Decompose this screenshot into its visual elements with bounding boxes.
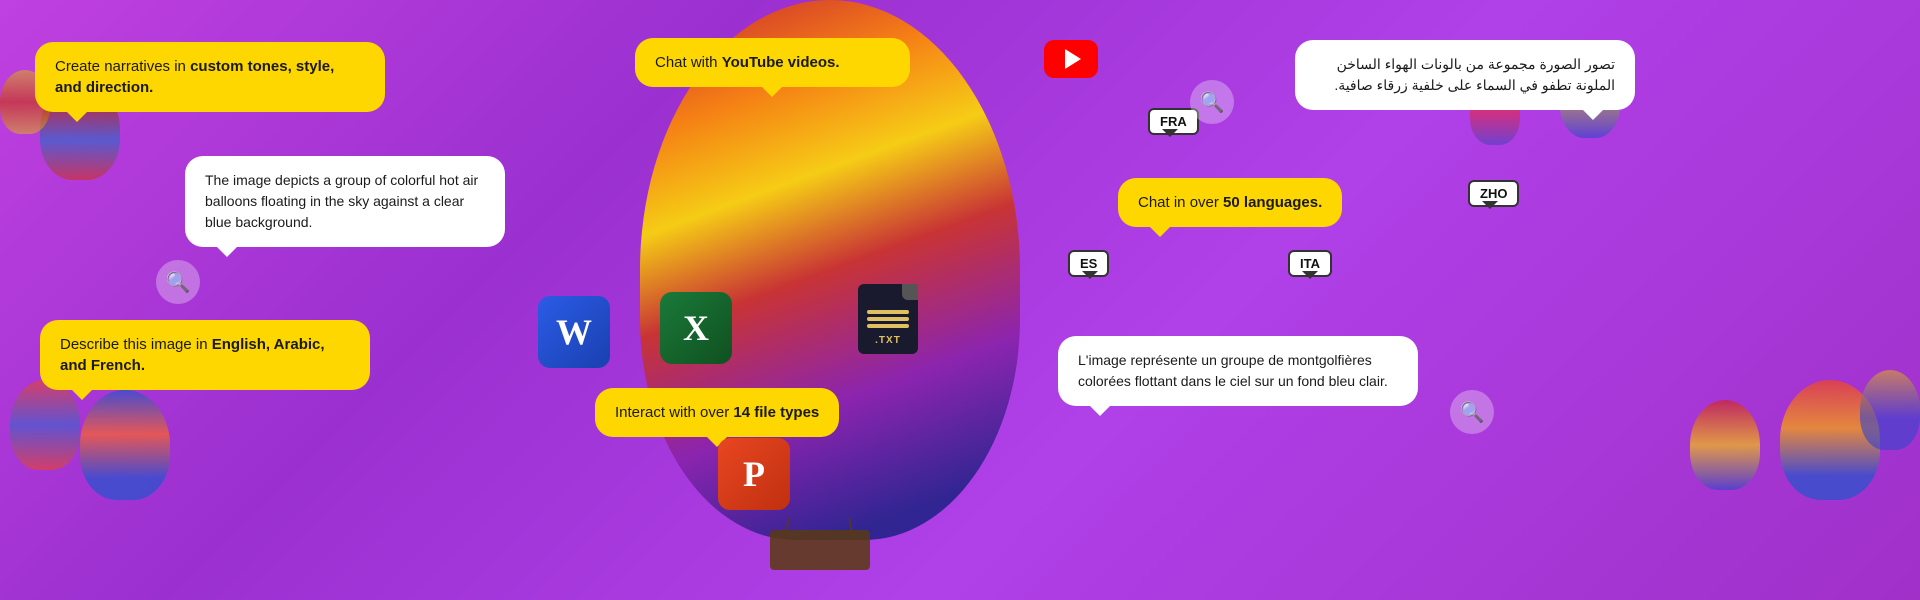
search-icon-left: 🔍	[156, 260, 200, 304]
image-depicts-bubble: The image depicts a group of colorful ho…	[185, 156, 505, 247]
youtube-text-plain: Chat with	[655, 54, 722, 71]
file-types-bubble: Interact with over 14 file types	[595, 388, 839, 437]
balloon-decor-7	[1690, 400, 1760, 490]
describe-image-bubble: Describe this image in English, Arabic, …	[40, 320, 370, 390]
es-badge: ES	[1068, 250, 1109, 277]
languages-text-plain: Chat in over	[1138, 194, 1223, 211]
french-text: L'image représente un groupe de montgolf…	[1078, 352, 1388, 389]
file-types-text-plain: Interact with over	[615, 404, 733, 421]
french-bubble: L'image représente un groupe de montgolf…	[1058, 336, 1418, 406]
languages-bubble: Chat in over 50 languages.	[1118, 178, 1342, 227]
word-icon: W	[538, 296, 610, 368]
search-icon-right1: 🔍	[1190, 80, 1234, 124]
create-narratives-text: Create narratives in	[55, 58, 190, 75]
file-types-text-bold: 14 file types	[733, 404, 819, 421]
arabic-text: تصور الصورة مجموعة من بالونات الهواء الس…	[1334, 56, 1615, 93]
fra-badge: FRA	[1148, 108, 1199, 135]
txt-icon: .TXT	[858, 284, 918, 354]
search-icon-right2: 🔍	[1450, 390, 1494, 434]
youtube-text-bold: YouTube videos.	[722, 54, 840, 71]
create-narratives-bubble: Create narratives in custom tones, style…	[35, 42, 385, 112]
ita-badge: ITA	[1288, 250, 1332, 277]
arabic-bubble: تصور الصورة مجموعة من بالونات الهواء الس…	[1295, 40, 1635, 110]
describe-image-text: Describe this image in	[60, 336, 212, 353]
excel-icon: X	[660, 292, 732, 364]
languages-text-bold: 50 languages.	[1223, 194, 1322, 211]
image-depicts-text: The image depicts a group of colorful ho…	[205, 172, 478, 230]
youtube-bubble: Chat with YouTube videos.	[635, 38, 910, 87]
youtube-icon	[1044, 40, 1098, 78]
balloon-decor-6	[1860, 370, 1920, 450]
background: Create narratives in custom tones, style…	[0, 0, 1920, 600]
powerpoint-icon: P	[718, 438, 790, 510]
zho-badge: ZHO	[1468, 180, 1519, 207]
